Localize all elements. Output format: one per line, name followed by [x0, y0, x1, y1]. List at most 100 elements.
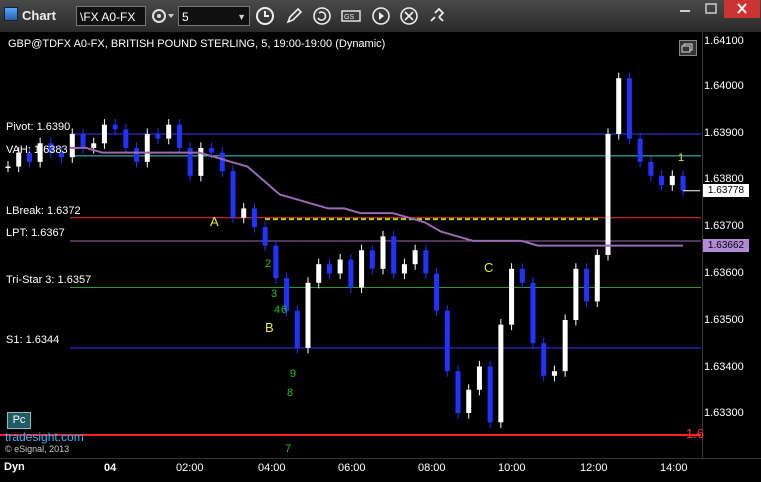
price-bar [326, 264, 332, 274]
price-bar [348, 259, 354, 288]
count-label: 6 [281, 304, 288, 316]
time-tick: 10:00 [498, 462, 526, 474]
price-bar [209, 147, 215, 153]
price-bar [155, 134, 161, 139]
price-bar [680, 175, 686, 191]
price-bar [337, 259, 343, 274]
price-bar [262, 227, 268, 246]
price-bar [112, 124, 118, 130]
price-tick: 1.63900 [704, 127, 744, 139]
price-tick: 1.64000 [704, 80, 744, 92]
count-label: 8 [287, 387, 294, 399]
price-bar [637, 138, 643, 162]
price-bar [241, 208, 247, 218]
price-bar [369, 250, 375, 269]
time-tick: 14:00 [660, 462, 688, 474]
price-tick: 1.63300 [704, 407, 744, 419]
price-tick: 1.63400 [704, 361, 744, 373]
level-label-lbreak: LBreak: 1.6372 [6, 205, 81, 217]
price-bar [101, 124, 107, 144]
chart-plot[interactable] [0, 0, 761, 481]
plot-background [0, 32, 701, 457]
price-bar [594, 254, 600, 302]
count-label: 2 [265, 258, 272, 270]
pattern-label-a: A [210, 214, 219, 229]
count-label: 4 [274, 304, 281, 316]
time-tick: 04 [104, 462, 117, 474]
price-bar [509, 268, 515, 325]
price-bar [659, 175, 665, 186]
price-bar [498, 324, 504, 423]
watermark-site: tradesight.com [5, 430, 84, 444]
last-price-label: 1.63778 [703, 184, 749, 197]
price-bar [91, 143, 97, 148]
price-bar [584, 268, 590, 302]
level-label-tristar: Tri-Star 3: 1.6357 [6, 274, 92, 286]
price-bar [476, 366, 482, 390]
price-bar [166, 124, 172, 139]
time-tick: 12:00 [580, 462, 608, 474]
price-bar [648, 161, 654, 176]
price-bar [530, 282, 536, 344]
price-bar [466, 389, 472, 413]
price-bar [380, 236, 386, 269]
price-bar [434, 273, 440, 311]
level-label-s1: S1: 1.6344 [6, 334, 60, 346]
price-bar [616, 78, 622, 134]
dynamic-label: Dyn [4, 461, 25, 473]
price-bar [401, 264, 407, 274]
time-tick: 06:00 [338, 462, 366, 474]
count-label: 1 [678, 152, 685, 164]
price-bar [144, 134, 150, 162]
price-bar [230, 171, 236, 218]
time-tick: 04:00 [258, 462, 286, 474]
price-bar [669, 175, 675, 186]
price-bar [551, 371, 557, 376]
price-bar [519, 268, 525, 283]
price-bar [316, 264, 322, 283]
count-label: 7 [285, 443, 292, 455]
price-bar [219, 152, 225, 172]
price-bar [134, 147, 140, 162]
price-bar [251, 208, 257, 227]
level-label-vah: VAH: 1.6383 [6, 144, 68, 156]
pattern-label-c: C [484, 260, 494, 275]
price-bar [294, 310, 300, 348]
level-label-lpt: LPT: 1.6367 [6, 227, 65, 239]
price-bar [573, 268, 579, 320]
time-tick: 08:00 [418, 462, 446, 474]
pattern-label-b: B [265, 320, 274, 335]
count-label: 9 [290, 368, 297, 380]
price-bar [487, 366, 493, 423]
edge-value-label: 1.6 [686, 426, 705, 441]
price-bar [305, 282, 311, 348]
vwap-price-label: 1.63662 [703, 239, 749, 252]
price-bar [176, 124, 182, 148]
price-bar [455, 371, 461, 413]
price-tick: 1.63600 [704, 267, 744, 279]
time-tick: 02:00 [176, 462, 204, 474]
price-bar [80, 134, 86, 148]
price-bar [423, 250, 429, 274]
restore-icon [681, 43, 693, 53]
price-bar [605, 134, 611, 255]
pc-badge[interactable]: Pc [7, 412, 31, 429]
price-tick: 1.63500 [704, 314, 744, 326]
chart-header: GBP@TDFX A0-FX, BRITISH POUND STERLING, … [8, 38, 386, 50]
price-bar [123, 129, 129, 148]
price-bar [359, 250, 365, 288]
price-tick: 1.64100 [704, 35, 744, 47]
price-bar [626, 78, 632, 139]
restore-panel-button[interactable] [679, 40, 697, 56]
price-tick: 1.63700 [704, 220, 744, 232]
count-label: 3 [271, 288, 278, 300]
price-bar [391, 236, 397, 274]
price-bar [69, 134, 75, 158]
level-label-pivot: Pivot: 1.6390 [6, 121, 71, 133]
price-bar [541, 343, 547, 376]
price-bar [5, 166, 11, 169]
price-bar [273, 245, 279, 279]
price-bar [412, 250, 418, 265]
copyright-text: © eSignal, 2013 [5, 444, 70, 454]
price-bar [444, 310, 450, 372]
